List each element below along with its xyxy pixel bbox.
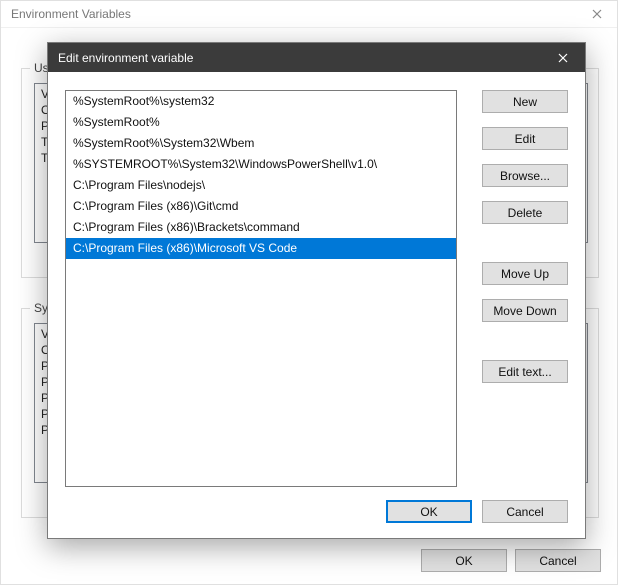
env-vars-ok-button[interactable]: OK (421, 549, 507, 572)
edit-env-var-dialog: Edit environment variable %SystemRoot%\s… (47, 42, 586, 539)
edit-button[interactable]: Edit (482, 127, 568, 150)
side-buttons: New Edit Browse... Delete Move Up Move D… (482, 90, 568, 383)
close-icon (558, 53, 568, 63)
path-entry[interactable]: %SYSTEMROOT%\System32\WindowsPowerShell\… (66, 154, 456, 175)
path-entry[interactable]: C:\Program Files (x86)\Microsoft VS Code (66, 238, 456, 259)
cancel-button[interactable]: Cancel (482, 500, 568, 523)
ok-button[interactable]: OK (386, 500, 472, 523)
path-entry[interactable]: %SystemRoot%\system32 (66, 91, 456, 112)
edit-env-var-titlebar: Edit environment variable (48, 43, 585, 72)
env-vars-close-button[interactable] (577, 1, 617, 28)
new-button[interactable]: New (482, 90, 568, 113)
edit-text-button[interactable]: Edit text... (482, 360, 568, 383)
path-entry[interactable]: %SystemRoot%\System32\Wbem (66, 133, 456, 154)
move-down-button[interactable]: Move Down (482, 299, 568, 322)
env-vars-button-row: OK Cancel (1, 549, 601, 572)
delete-button[interactable]: Delete (482, 201, 568, 224)
edit-env-var-button-row: OK Cancel (386, 500, 568, 523)
env-vars-titlebar: Environment Variables (1, 1, 617, 28)
path-entries-list[interactable]: %SystemRoot%\system32%SystemRoot%%System… (65, 90, 457, 487)
env-vars-title: Environment Variables (11, 7, 131, 21)
path-entry[interactable]: %SystemRoot% (66, 112, 456, 133)
edit-env-var-close-button[interactable] (541, 43, 585, 72)
path-entry[interactable]: C:\Program Files (x86)\Brackets\command (66, 217, 456, 238)
edit-env-var-title: Edit environment variable (58, 51, 193, 65)
move-up-button[interactable]: Move Up (482, 262, 568, 285)
close-icon (592, 9, 602, 19)
path-entry[interactable]: C:\Program Files\nodejs\ (66, 175, 456, 196)
env-vars-cancel-button[interactable]: Cancel (515, 549, 601, 572)
path-entry[interactable]: C:\Program Files (x86)\Git\cmd (66, 196, 456, 217)
browse-button[interactable]: Browse... (482, 164, 568, 187)
edit-env-var-body: %SystemRoot%\system32%SystemRoot%%System… (48, 72, 585, 538)
